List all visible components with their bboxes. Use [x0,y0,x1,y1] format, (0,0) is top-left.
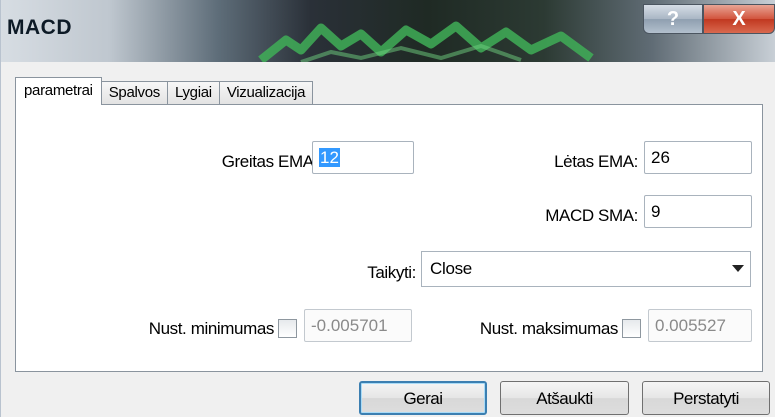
fixed-minimum-checkbox[interactable] [278,319,297,338]
fixed-maximum-label: Nust. maksimumas [479,319,619,338]
fast-ema-value: 12 [319,148,340,167]
tab-strip: parametrai Spalvos Lygiai Vizualizacija [15,77,314,105]
help-button[interactable]: ? [643,4,703,34]
slow-ema-input[interactable]: 26 [644,141,752,174]
apply-to-select[interactable]: Close [421,251,751,287]
slow-ema-label: Lėtas EMA: [554,152,638,171]
fast-ema-input[interactable]: 12 [312,141,414,174]
apply-to-selected-value: Close [430,259,472,278]
tab-spalvos[interactable]: Spalvos [100,81,168,105]
fixed-minimum-input[interactable]: -0.005701 [304,309,412,342]
ok-button[interactable]: Gerai [359,381,487,415]
window-title: MACD [7,16,72,39]
close-button[interactable]: X [703,4,775,34]
parameters-panel: Greitas EMA: 12 Lėtas EMA: 26 MACD SMA: … [15,104,763,372]
macd-dialog: MACD ? X parametrai Spalvos Lygiai Vizua… [0,0,775,417]
fixed-maximum-input[interactable]: 0.005527 [648,309,752,342]
reset-button[interactable]: Perstatyti [642,381,770,415]
fixed-maximum-checkbox[interactable] [622,319,641,338]
chevron-down-icon [732,265,744,272]
tab-vizualizacija[interactable]: Vizualizacija [218,81,314,105]
title-bar[interactable]: MACD ? X [1,0,775,62]
fixed-minimum-label: Nust. minimumas [148,319,275,338]
cancel-button[interactable]: Atšaukti [500,381,629,415]
apply-to-label: Taikyti: [367,263,416,282]
tab-lygiai[interactable]: Lygiai [166,81,220,105]
tab-parametrai[interactable]: parametrai [15,77,102,105]
help-icon: ? [666,7,680,30]
close-icon: X [732,7,746,30]
fast-ema-label: Greitas EMA: [221,152,319,171]
macd-sma-input[interactable]: 9 [644,195,752,228]
macd-sma-label: MACD SMA: [545,206,638,225]
